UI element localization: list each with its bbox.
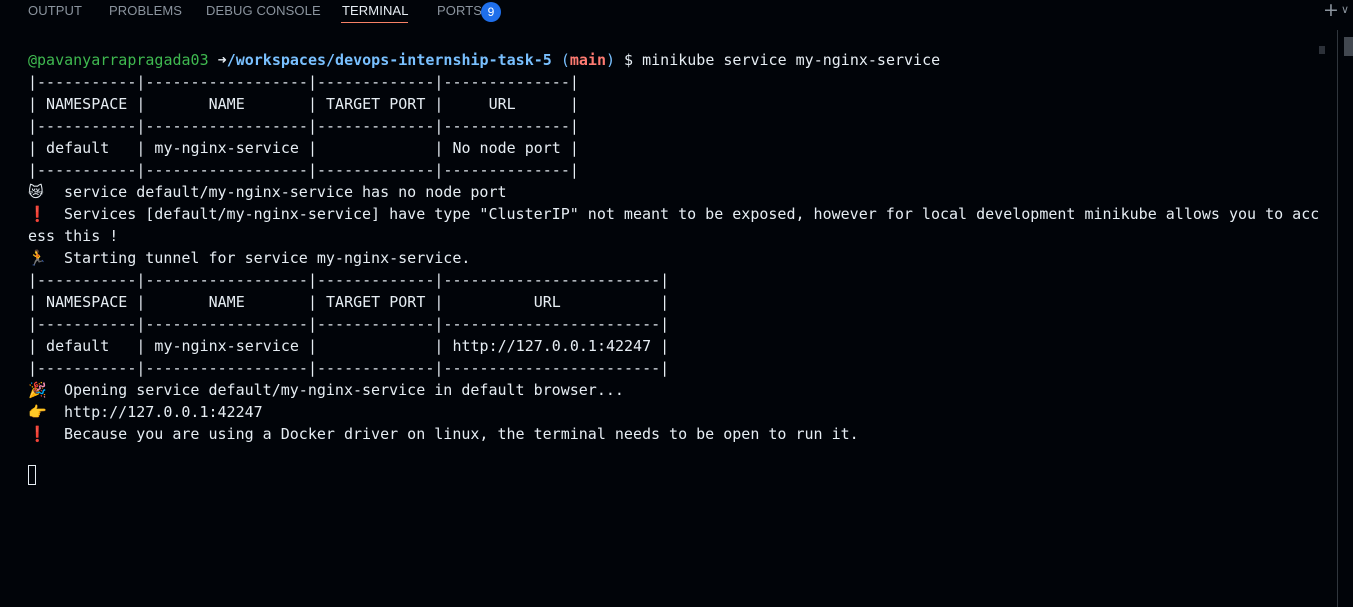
message-tunnel: 🏃 Starting tunnel for service my-nginx-se… bbox=[28, 247, 470, 269]
active-tab-indicator bbox=[341, 22, 408, 23]
tab-problems[interactable]: PROBLEMS bbox=[109, 3, 182, 19]
table2-row: | default | my-nginx-service | | http://… bbox=[28, 337, 670, 355]
table2-border-bottom: |-----------|------------------|--------… bbox=[28, 359, 670, 377]
exclamation-icon: ❗ bbox=[28, 205, 47, 223]
table1-border-mid: |-----------|------------------|--------… bbox=[28, 117, 579, 135]
chevron-down-icon[interactable]: ∨ bbox=[1341, 2, 1353, 18]
table2-header: | NAMESPACE | NAME | TARGET PORT | URL | bbox=[28, 293, 670, 311]
tab-terminal[interactable]: TERMINAL bbox=[342, 3, 409, 19]
message-text: Because you are using a Docker driver on… bbox=[64, 425, 859, 443]
message-clusterip-wrap: ess this ! bbox=[28, 227, 119, 245]
message-text: Opening service default/my-nginx-service… bbox=[64, 381, 624, 399]
prompt-branch-close: ) bbox=[605, 51, 616, 69]
ports-count-badge: 9 bbox=[481, 2, 501, 22]
message-opening: 🎉 Opening service default/my-nginx-servic… bbox=[28, 379, 624, 401]
runner-icon: 🏃 bbox=[28, 249, 47, 267]
prompt-user: @pavanyarrapragada03 bbox=[28, 51, 209, 69]
table2-border-top: |-----------|------------------|--------… bbox=[28, 271, 670, 289]
prompt-symbol: $ bbox=[624, 51, 634, 69]
panel-tab-bar: OUTPUT PROBLEMS DEBUG CONSOLE TERMINAL P… bbox=[0, 0, 1353, 24]
message-docker: ❗ Because you are using a Docker driver o… bbox=[28, 423, 859, 445]
message-url: 👉 http://127.0.0.1:42247 bbox=[28, 401, 263, 423]
message-no-node-port: 😿 service default/my-nginx-service has no… bbox=[28, 181, 507, 203]
command-text: minikube service my-nginx-service bbox=[642, 51, 941, 69]
party-popper-icon: 🎉 bbox=[28, 381, 47, 399]
crying-cat-icon: 😿 bbox=[28, 183, 44, 201]
terminal-cursor bbox=[28, 465, 36, 485]
message-clusterip: ❗ Services [default/my-nginx-service] hav… bbox=[28, 203, 1319, 225]
table1-header: | NAMESPACE | NAME | TARGET PORT | URL | bbox=[28, 95, 579, 113]
message-text: service default/my-nginx-service has no … bbox=[64, 183, 507, 201]
service-url-link[interactable]: http://127.0.0.1:42247 bbox=[64, 403, 263, 421]
exclamation-icon: ❗ bbox=[28, 425, 47, 443]
tab-output[interactable]: OUTPUT bbox=[28, 3, 82, 19]
prompt-path: /workspaces/devops-internship-task-5 bbox=[226, 51, 552, 69]
plus-icon[interactable]: + bbox=[1322, 1, 1340, 20]
prompt-arrow-icon: ➜ bbox=[217, 51, 227, 69]
pointing-hand-icon: 👉 bbox=[28, 403, 47, 421]
terminal-scrollbar-thumb[interactable] bbox=[1344, 37, 1353, 56]
tab-debug-console[interactable]: DEBUG CONSOLE bbox=[206, 3, 321, 19]
tab-ports[interactable]: PORTS bbox=[437, 3, 482, 19]
table1-border-top: |-----------|------------------|--------… bbox=[28, 73, 579, 91]
prompt-branch: main bbox=[569, 51, 606, 69]
prompt-branch-open: ( bbox=[560, 51, 570, 69]
terminal-border bbox=[1337, 30, 1338, 607]
table1-row: | default | my-nginx-service | | No node… bbox=[28, 139, 579, 157]
table1-border-bottom: |-----------|------------------|--------… bbox=[28, 161, 579, 179]
message-text: Services [default/my-nginx-service] have… bbox=[64, 205, 1320, 223]
table2-border-mid: |-----------|------------------|--------… bbox=[28, 315, 670, 333]
prompt-line: @pavanyarrapragada03 ➜/workspaces/devops… bbox=[28, 49, 940, 71]
message-text: Starting tunnel for service my-nginx-ser… bbox=[64, 249, 471, 267]
